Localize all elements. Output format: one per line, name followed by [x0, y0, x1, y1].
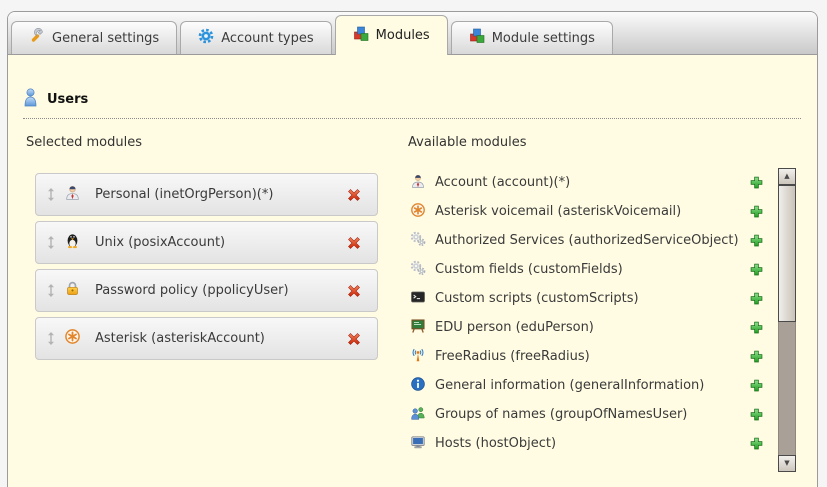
module-label: FreeRadius (freeRadius) [435, 349, 590, 364]
available-modules-scrollbar[interactable]: ▲ ▼ [778, 168, 796, 472]
scrollbar-thumb[interactable] [778, 185, 796, 322]
users-section-header: Users [23, 88, 801, 119]
asterisk-icon [410, 202, 426, 222]
asterisk-icon [64, 328, 81, 349]
tab-general-settings[interactable]: General settings [11, 21, 177, 54]
module-label: Custom fields (customFields) [435, 262, 623, 277]
add-module-button[interactable] [749, 291, 764, 306]
scroll-down-button[interactable]: ▼ [778, 455, 796, 472]
module-label: Account (account)(*) [435, 175, 570, 190]
add-module-button[interactable] [749, 349, 764, 364]
wrench-icon [29, 28, 45, 48]
antenna-icon [410, 347, 426, 367]
available-module-freeradius: FreeRadius (freeRadius) [408, 342, 772, 371]
available-module-hosts: Hosts (hostObject) [408, 429, 772, 458]
scroll-up-button[interactable]: ▲ [778, 168, 796, 185]
tab-bar: General settings Account types Modules M… [8, 12, 817, 55]
module-label: Personal (inetOrgPerson)(*) [95, 187, 273, 202]
available-module-custom-scripts: Custom scripts (customScripts) [408, 284, 772, 313]
user-pawn-icon [23, 88, 38, 111]
available-modules-heading: Available modules [408, 135, 817, 150]
tab-account-types[interactable]: Account types [180, 21, 331, 54]
modules-icon [353, 26, 369, 46]
module-label: General information (generalInformation) [435, 378, 704, 393]
remove-module-button[interactable] [345, 234, 363, 252]
drag-handle-icon[interactable] [46, 187, 56, 202]
module-label: Hosts (hostObject) [435, 436, 556, 451]
remove-module-button[interactable] [345, 282, 363, 300]
available-module-custom-fields: Custom fields (customFields) [408, 255, 772, 284]
add-module-button[interactable] [749, 436, 764, 451]
tab-modules[interactable]: Modules [335, 15, 448, 55]
selected-module-personal[interactable]: Personal (inetOrgPerson)(*) [35, 173, 378, 216]
info-icon [410, 376, 426, 396]
module-label: Password policy (ppolicyUser) [95, 283, 289, 298]
gears-icon [410, 260, 426, 280]
remove-module-button[interactable] [345, 186, 363, 204]
available-module-groups-of-names: Groups of names (groupOfNamesUser) [408, 400, 772, 429]
personal-icon [64, 184, 81, 205]
account-icon [410, 173, 426, 193]
module-label: Custom scripts (customScripts) [435, 291, 639, 306]
available-module-asterisk-voicemail: Asterisk voicemail (asteriskVoicemail) [408, 197, 772, 226]
tab-label: Modules [376, 28, 430, 43]
add-module-button[interactable] [749, 233, 764, 248]
modules-icon [469, 28, 485, 48]
selected-module-unix[interactable]: Unix (posixAccount) [35, 221, 378, 264]
tab-module-settings[interactable]: Module settings [451, 21, 613, 54]
selected-module-asterisk[interactable]: Asterisk (asteriskAccount) [35, 317, 378, 360]
add-module-button[interactable] [749, 320, 764, 335]
scrollbar-track[interactable] [778, 322, 796, 455]
add-module-button[interactable] [749, 175, 764, 190]
chalkboard-icon [410, 318, 426, 338]
config-panel: General settings Account types Modules M… [7, 11, 818, 487]
drag-handle-icon[interactable] [46, 331, 56, 346]
selected-modules-heading: Selected modules [26, 135, 398, 150]
groups-icon [410, 405, 426, 425]
unix-icon [64, 232, 81, 253]
selected-module-password-policy[interactable]: Password policy (ppolicyUser) [35, 269, 378, 312]
add-module-button[interactable] [749, 204, 764, 219]
gears-icon [410, 231, 426, 251]
tab-label: Module settings [492, 31, 595, 46]
available-module-account: Account (account)(*) [408, 168, 772, 197]
add-module-button[interactable] [749, 262, 764, 277]
module-label: Groups of names (groupOfNamesUser) [435, 407, 687, 422]
module-label: EDU person (eduPerson) [435, 320, 594, 335]
computer-icon [410, 434, 426, 454]
tab-label: Account types [221, 31, 313, 46]
module-label: Asterisk voicemail (asteriskVoicemail) [435, 204, 681, 219]
section-title: Users [47, 92, 88, 107]
add-module-button[interactable] [749, 407, 764, 422]
available-module-general-information: General information (generalInformation) [408, 371, 772, 400]
module-label: Unix (posixAccount) [95, 235, 225, 250]
available-module-authorized-services: Authorized Services (authorizedServiceOb… [408, 226, 772, 255]
available-modules-list: Account (account)(*) Asterisk voicemail … [408, 168, 772, 472]
selected-modules-list: Personal (inetOrgPerson)(*) Unix (posixA… [35, 173, 398, 360]
terminal-icon [410, 289, 426, 309]
drag-handle-icon[interactable] [46, 283, 56, 298]
module-label: Authorized Services (authorizedServiceOb… [435, 233, 739, 248]
drag-handle-icon[interactable] [46, 235, 56, 250]
tab-label: General settings [52, 31, 159, 46]
remove-module-button[interactable] [345, 330, 363, 348]
add-module-button[interactable] [749, 378, 764, 393]
module-label: Asterisk (asteriskAccount) [95, 331, 265, 346]
lock-icon [64, 280, 81, 301]
gear-icon [198, 28, 214, 48]
available-module-edu-person: EDU person (eduPerson) [408, 313, 772, 342]
